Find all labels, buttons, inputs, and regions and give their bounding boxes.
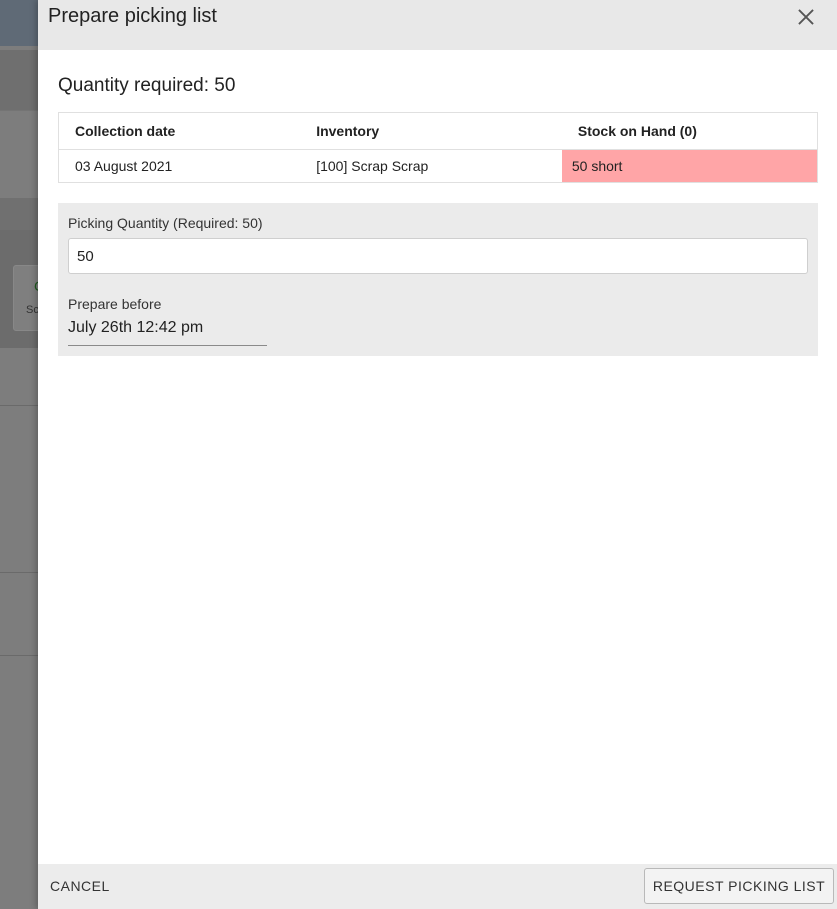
column-header-collection-date: Collection date — [58, 112, 301, 150]
request-picking-list-button[interactable]: REQUEST PICKING LIST — [644, 868, 834, 904]
close-button[interactable] — [795, 6, 817, 28]
picking-quantity-label: Picking Quantity (Required: 50) — [68, 215, 263, 231]
prepare-before-date-field[interactable]: July 26th 12:42 pm — [68, 319, 267, 346]
quantity-required-heading: Quantity required: 50 — [58, 75, 236, 96]
picking-quantity-input[interactable] — [68, 238, 808, 274]
background-topbar — [0, 0, 40, 46]
table-row: 03 August 2021 [100] Scrap Scrap 50 shor… — [59, 149, 818, 183]
collection-date-cell: 03 August 2021 — [75, 158, 173, 174]
close-icon — [798, 9, 814, 25]
background-band — [0, 50, 40, 110]
column-header-inventory: Inventory — [300, 112, 562, 150]
column-header-stock-on-hand: Stock on Hand (0) — [561, 112, 818, 150]
dialog-header: Prepare picking list — [38, 0, 837, 50]
table-header-row: Collection date Inventory Stock on Hand … — [58, 112, 818, 150]
background-app: C Sc — [0, 0, 40, 909]
prepare-picking-list-dialog: Prepare picking list Quantity required: … — [38, 0, 837, 909]
picking-form-panel: Picking Quantity (Required: 50) Prepare … — [58, 203, 818, 356]
inventory-cell: [100] Scrap Scrap — [316, 158, 429, 174]
background-card-text: Sc — [26, 304, 39, 316]
stock-short-cell: 50 short — [561, 149, 818, 183]
prepare-before-label: Prepare before — [68, 296, 162, 312]
background-card: C Sc — [13, 265, 40, 331]
dialog-footer: CANCEL REQUEST PICKING LIST — [38, 864, 837, 909]
background-divider — [0, 655, 40, 656]
cancel-button[interactable]: CANCEL — [50, 878, 110, 894]
background-divider — [0, 405, 40, 406]
inventory-table: Collection date Inventory Stock on Hand … — [58, 112, 818, 183]
background-band — [0, 110, 40, 198]
background-divider — [0, 572, 40, 573]
background-band — [0, 198, 40, 230]
dialog-title: Prepare picking list — [48, 5, 217, 27]
